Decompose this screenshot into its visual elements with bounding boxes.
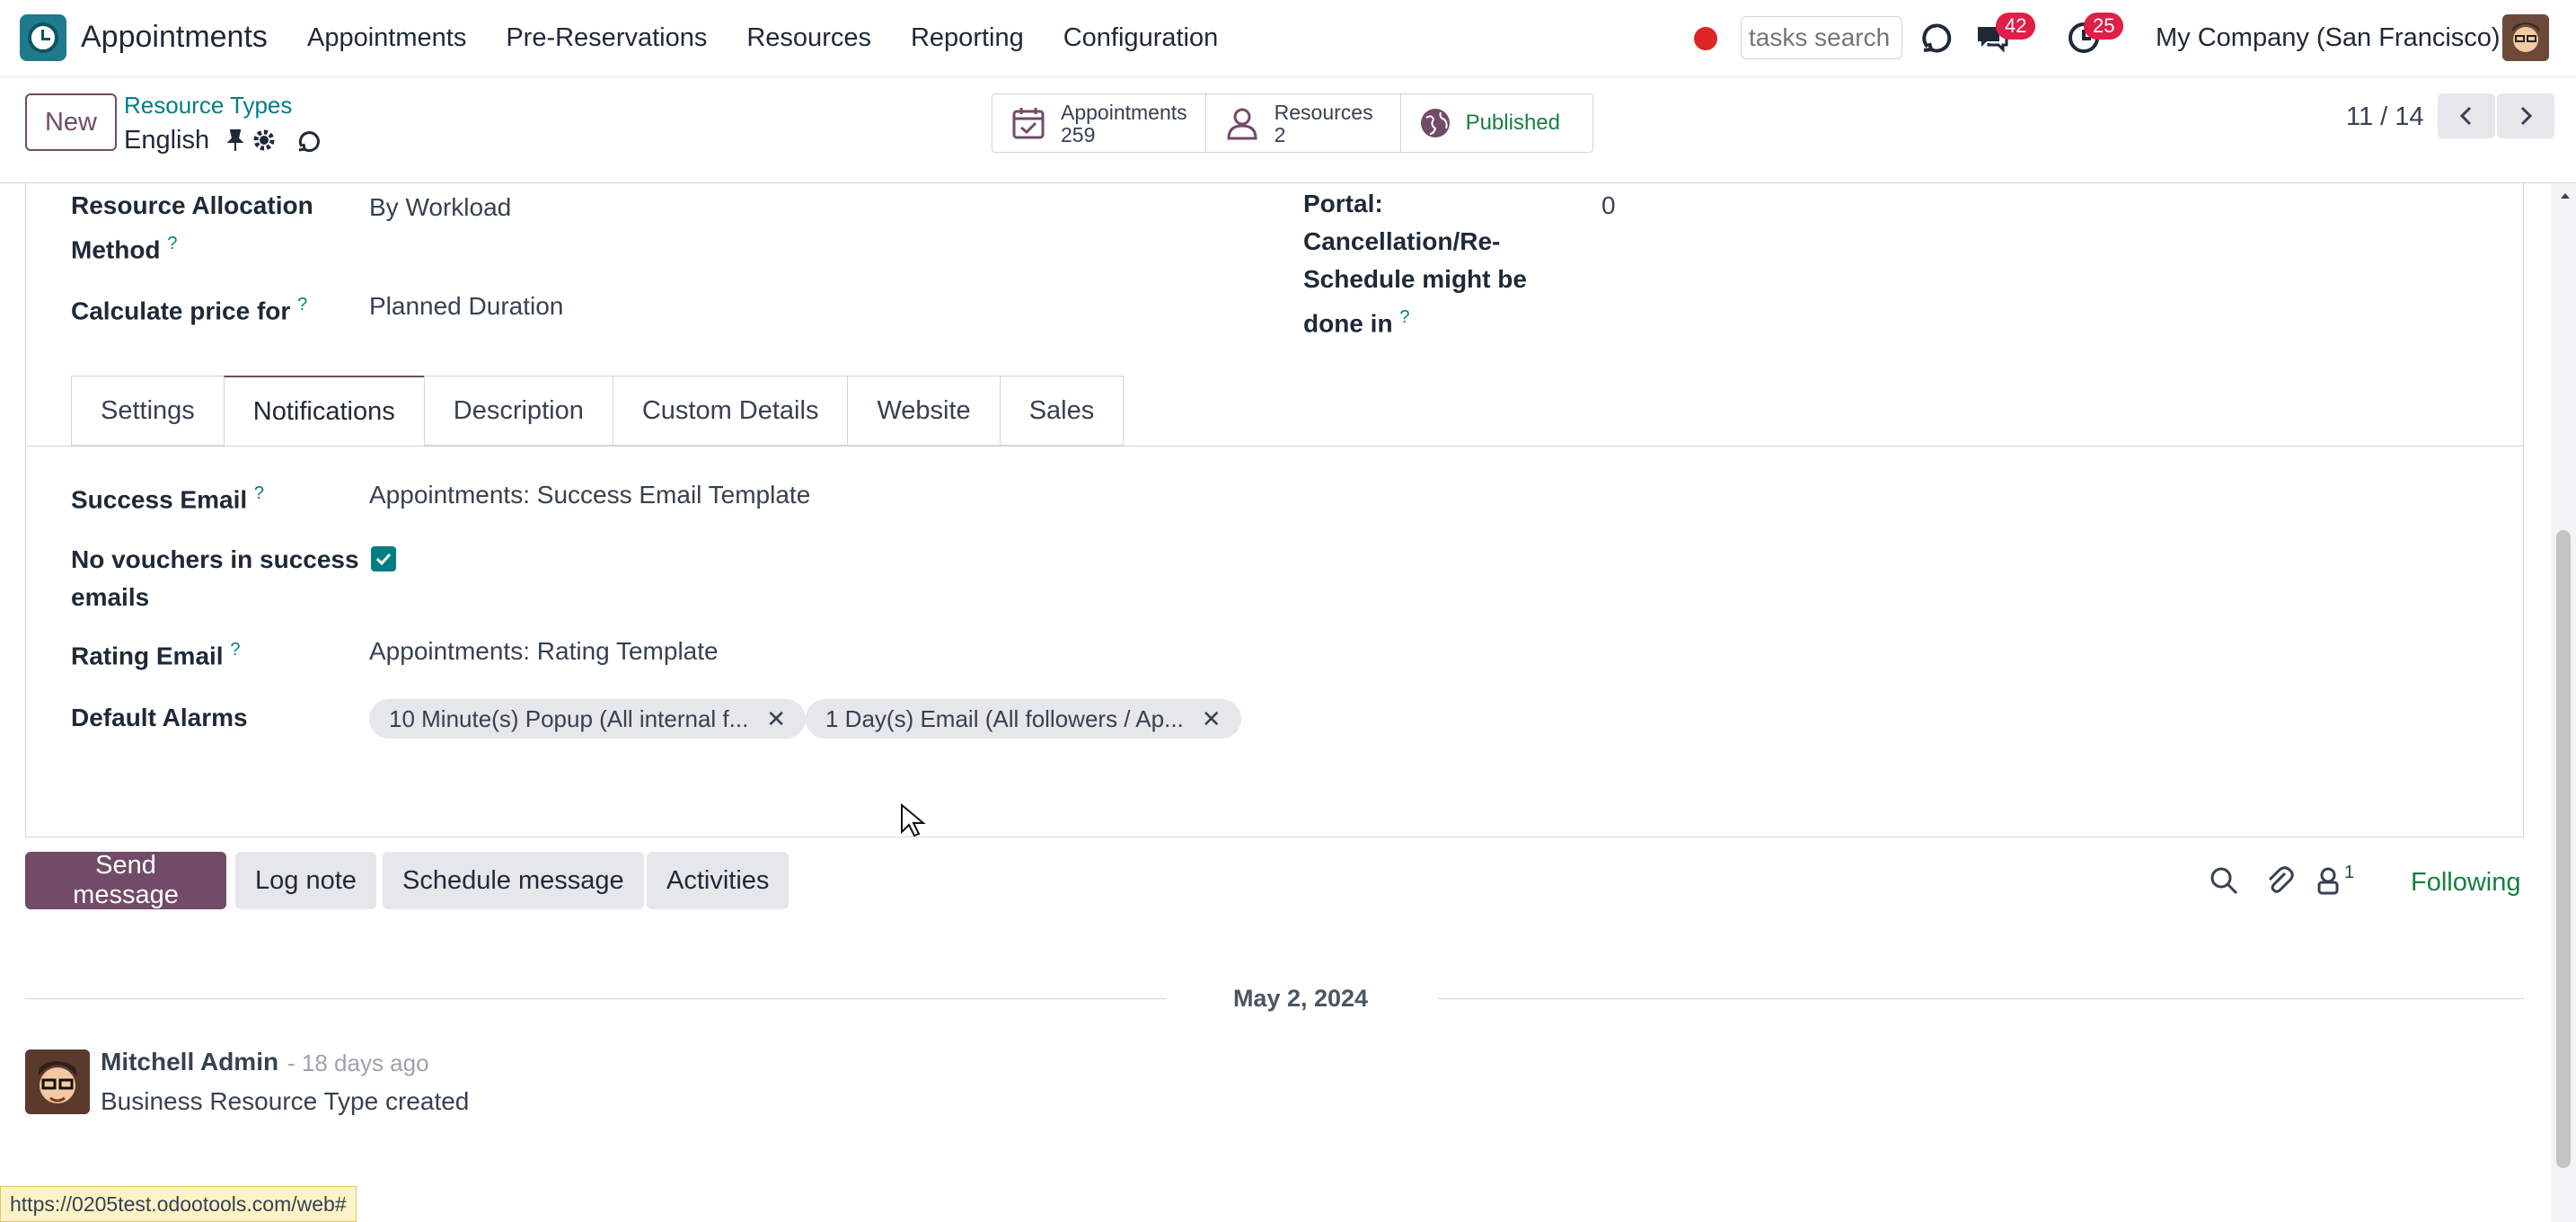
published-smart-button[interactable]: Published <box>1401 94 1592 152</box>
log-note-button[interactable]: Log note <box>235 852 376 909</box>
main-navbar: Appointments Appointments Pre-Reservatio… <box>0 0 2576 77</box>
followers-icon[interactable] <box>2314 864 2346 897</box>
scroll-up-arrow-icon[interactable] <box>2558 189 2572 203</box>
status-bar-url: https://0205test.odootools.com/web# <box>0 1186 357 1222</box>
followers-count: 1 <box>2344 863 2355 882</box>
rating-email-value[interactable]: Appointments: Rating Template <box>369 633 719 670</box>
remove-tag-icon[interactable]: ✕ <box>1202 705 1222 733</box>
user-avatar[interactable] <box>2502 14 2549 61</box>
rating-email-label: Rating Email ? <box>71 640 241 670</box>
app-title[interactable]: Appointments <box>81 20 268 55</box>
alarm-tag[interactable]: 10 Minute(s) Popup (All internal f... ✕ <box>369 699 807 739</box>
no-vouchers-checkbox[interactable] <box>371 546 396 571</box>
alarm-tag-label: 1 Day(s) Email (All followers / Ap... <box>825 704 1184 732</box>
form-tabs: Settings Notifications Description Custo… <box>71 376 1125 447</box>
alarm-tag[interactable]: 1 Day(s) Email (All followers / Ap... ✕ <box>806 699 1241 739</box>
tab-custom-details[interactable]: Custom Details <box>612 376 848 446</box>
tab-settings[interactable]: Settings <box>71 376 224 446</box>
mouse-cursor-icon <box>901 803 926 837</box>
message-author[interactable]: Mitchell Admin <box>101 1048 278 1076</box>
menu-pre-reservations[interactable]: Pre-Reservations <box>506 23 707 53</box>
search-icon[interactable] <box>2208 864 2240 897</box>
check-icon <box>375 553 392 566</box>
refresh-icon[interactable] <box>1920 20 1956 56</box>
activities-button[interactable]: Activities <box>647 852 790 909</box>
pager-next-button[interactable] <box>2497 93 2554 138</box>
default-alarms-label: Default Alarms <box>71 704 248 731</box>
tab-sales[interactable]: Sales <box>999 376 1125 446</box>
rating-email-help-icon[interactable]: ? <box>230 640 240 660</box>
date-separator-line <box>25 998 1166 999</box>
date-separator: May 2, 2024 <box>25 985 2524 1012</box>
price-help-icon[interactable]: ? <box>297 295 307 314</box>
menu-appointments[interactable]: Appointments <box>307 23 466 53</box>
allocation-help-icon[interactable]: ? <box>167 234 177 253</box>
globe-icon <box>1420 109 1450 137</box>
calculate-price-label: Calculate price for ? <box>71 295 308 325</box>
pager-value[interactable]: 11 / 14 <box>2346 102 2424 132</box>
company-switcher[interactable]: My Company (San Francisco) <box>2156 23 2501 53</box>
success-email-value[interactable]: Appointments: Success Email Template <box>369 476 810 514</box>
schedule-message-button[interactable]: Schedule message <box>383 852 644 909</box>
success-email-help-icon[interactable]: ? <box>254 483 264 503</box>
published-label: Published <box>1465 111 1560 135</box>
resources-smart-button[interactable]: Resources 2 <box>1206 94 1401 152</box>
alarm-tag-label: 10 Minute(s) Popup (All internal f... <box>389 704 749 732</box>
portal-cancellation-label: Portal: Cancellation/Re-Schedule might b… <box>1303 190 1527 338</box>
allocation-method-label: Resource Allocation Method ? <box>71 191 313 264</box>
following-button[interactable]: Following <box>2411 868 2521 898</box>
control-panel: New Resource Types English Appointments … <box>0 77 2576 183</box>
gear-icon[interactable] <box>251 128 277 153</box>
allocation-method-value[interactable]: By Workload <box>369 189 511 226</box>
pin-icon[interactable] <box>223 128 248 153</box>
message-time: - 18 days ago <box>287 1049 429 1076</box>
calendar-check-icon <box>1012 108 1045 139</box>
paperclip-icon[interactable] <box>2263 864 2296 897</box>
portal-cancellation-value[interactable]: 0 <box>1601 187 1616 225</box>
date-separator-line <box>1437 998 2524 999</box>
messages-count-badge: 42 <box>1996 13 2036 40</box>
author-avatar[interactable] <box>25 1049 90 1114</box>
appointments-smart-button[interactable]: Appointments 259 <box>992 94 1206 152</box>
tab-notifications[interactable]: Notifications <box>223 376 424 447</box>
resources-smart-value: 2 <box>1274 123 1286 146</box>
scrollbar-thumb[interactable] <box>2556 530 2571 1168</box>
menu-configuration[interactable]: Configuration <box>1063 23 1219 53</box>
activities-count-badge: 25 <box>2084 13 2124 40</box>
no-vouchers-label: No vouchers in success emails <box>71 545 359 611</box>
recording-indicator-icon[interactable] <box>1694 27 1717 50</box>
tab-website[interactable]: Website <box>847 376 1000 446</box>
tasks-search-input[interactable] <box>1741 16 1902 59</box>
appointments-smart-value: 259 <box>1061 123 1096 146</box>
record-title: English <box>124 126 210 155</box>
date-label: May 2, 2024 <box>1232 985 1369 1012</box>
appointments-smart-label: Appointments <box>1061 101 1187 124</box>
menu-resources[interactable]: Resources <box>746 23 871 53</box>
smart-buttons: Appointments 259 Resources 2 Published <box>992 93 1593 153</box>
resources-smart-label: Resources <box>1274 101 1373 124</box>
tab-description[interactable]: Description <box>423 376 613 446</box>
chevron-left-icon <box>2459 106 2472 126</box>
portal-help-icon[interactable]: ? <box>1399 307 1409 327</box>
new-record-button[interactable]: New <box>25 93 117 151</box>
message-body: Business Resource Type created <box>101 1087 470 1115</box>
calculate-price-value[interactable]: Planned Duration <box>369 288 563 325</box>
tabs-divider <box>26 446 2523 447</box>
chevron-right-icon <box>2520 106 2533 126</box>
form-sheet: Resource Allocation Method ? By Workload… <box>25 183 2524 837</box>
breadcrumb-resource-types[interactable]: Resource Types <box>124 92 292 120</box>
appointments-app-icon[interactable] <box>20 14 66 61</box>
discard-refresh-icon[interactable] <box>296 128 322 153</box>
main-menu: Appointments Pre-Reservations Resources … <box>307 23 1218 53</box>
user-icon <box>1227 108 1257 140</box>
pager-previous-button[interactable] <box>2438 93 2495 138</box>
remove-tag-icon[interactable]: ✕ <box>766 705 786 733</box>
send-message-button[interactable]: Send message <box>25 851 226 909</box>
success-email-label: Success Email ? <box>71 483 265 514</box>
menu-reporting[interactable]: Reporting <box>911 23 1024 53</box>
